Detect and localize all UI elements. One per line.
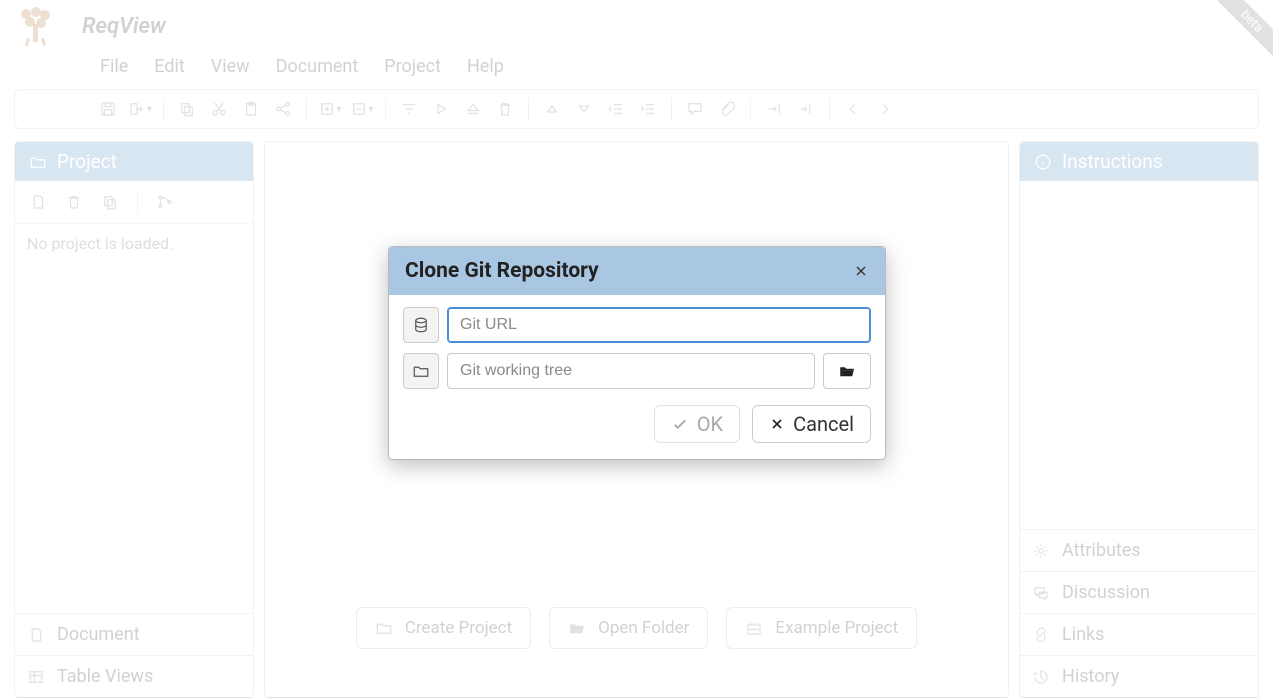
close-icon[interactable] [853,263,869,279]
git-url-input[interactable] [447,307,871,343]
cancel-button[interactable]: Cancel [752,405,871,443]
clone-git-dialog: Clone Git Repository OK [388,246,886,460]
git-tree-input[interactable] [447,353,815,389]
database-icon [403,307,439,343]
browse-folder-button[interactable] [823,353,871,389]
ok-button[interactable]: OK [654,405,740,443]
folder-icon [403,353,439,389]
dialog-title: Clone Git Repository [405,259,599,283]
